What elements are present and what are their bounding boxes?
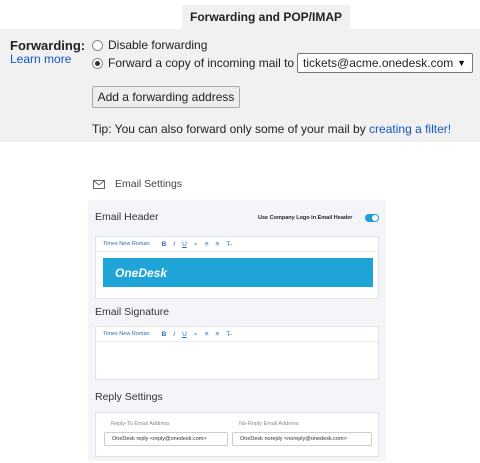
company-logo-toggle-label: Use Company Logo in Email Header (258, 215, 353, 221)
link-icon[interactable]: ⌁ (194, 330, 198, 338)
bullet-list-icon[interactable]: ≡ (216, 241, 220, 248)
email-signature-title: Email Signature (95, 306, 170, 318)
email-signature-editor[interactable]: Times New Roman B I U ⌁ ≡ ≡ T̶ (95, 326, 379, 380)
forwarding-label: Forwarding: (10, 38, 86, 53)
reply-settings-title: Reply Settings (95, 391, 163, 403)
disable-forwarding-label: Disable forwarding (108, 38, 208, 52)
italic-button[interactable]: I (173, 241, 175, 248)
ordered-list-icon[interactable]: ≡ (205, 241, 209, 248)
forwarding-address-value: tickets@acme.onedesk.com (303, 56, 454, 70)
tab-forwarding-pop-imap[interactable]: Forwarding and POP/IMAP (182, 5, 350, 29)
creating-filter-link[interactable]: creating a filter! (369, 122, 451, 136)
italic-button[interactable]: I (173, 331, 175, 338)
email-header-editor[interactable]: Times New Roman B I U ⌁ ≡ ≡ T̶ OneDesk (95, 236, 379, 299)
email-settings-heading: Email Settings (93, 178, 182, 190)
link-icon[interactable]: ⌁ (194, 240, 198, 248)
noreply-label: No-Reply Email Address (239, 421, 299, 427)
underline-button[interactable]: U (182, 331, 187, 338)
signature-editor-toolbar: Times New Roman B I U ⌁ ≡ ≡ T̶ (96, 327, 378, 342)
email-settings-title: Email Settings (115, 178, 183, 190)
forward-copy-label: Forward a copy of incoming mail to (108, 56, 295, 70)
underline-button[interactable]: U (182, 241, 187, 248)
bold-button[interactable]: B (162, 331, 167, 338)
noreply-input[interactable]: OneDesk noreply <noreply@onedesk.com> (232, 432, 372, 446)
email-header-title: Email Header (95, 211, 159, 223)
company-logo-toggle[interactable] (365, 214, 379, 222)
add-forwarding-address-button[interactable]: Add a forwarding address (92, 86, 240, 108)
reply-settings-box: Reply-To Email Address OneDesk reply <re… (95, 412, 379, 457)
font-family-select[interactable]: Times New Roman (103, 331, 150, 337)
filter-tip: Tip: You can also forward only some of y… (92, 122, 451, 136)
tip-text: Tip: You can also forward only some of y… (92, 122, 366, 136)
company-logo-banner: OneDesk (103, 258, 373, 287)
learn-more-link[interactable]: Learn more (10, 52, 71, 66)
disable-forwarding-option[interactable]: Disable forwarding (92, 38, 207, 52)
ordered-list-icon[interactable]: ≡ (205, 331, 209, 338)
bullet-list-icon[interactable]: ≡ (216, 331, 220, 338)
font-family-select[interactable]: Times New Roman (103, 241, 150, 247)
forwarding-settings-panel: Forwarding: Learn more Disable forwardin… (0, 29, 480, 142)
clear-format-icon[interactable]: T̶ (226, 241, 230, 248)
email-settings-panel: Email Header Use Company Logo in Email H… (88, 200, 386, 461)
dropdown-arrow-icon: ▼ (457, 58, 466, 68)
forwarding-address-select[interactable]: tickets@acme.onedesk.com ▼ (297, 53, 473, 73)
bold-button[interactable]: B (162, 241, 167, 248)
envelope-icon (93, 179, 105, 189)
forward-copy-option[interactable]: Forward a copy of incoming mail to (92, 56, 294, 70)
forward-copy-radio[interactable] (92, 57, 103, 69)
company-logo-text: OneDesk (115, 265, 168, 280)
reply-to-label: Reply-To Email Address (111, 421, 170, 427)
clear-format-icon[interactable]: T̶ (226, 331, 230, 338)
disable-forwarding-radio[interactable] (92, 39, 103, 51)
header-editor-toolbar: Times New Roman B I U ⌁ ≡ ≡ T̶ (96, 237, 378, 252)
reply-to-input[interactable]: OneDesk reply <reply@onedesk.com> (104, 432, 228, 446)
